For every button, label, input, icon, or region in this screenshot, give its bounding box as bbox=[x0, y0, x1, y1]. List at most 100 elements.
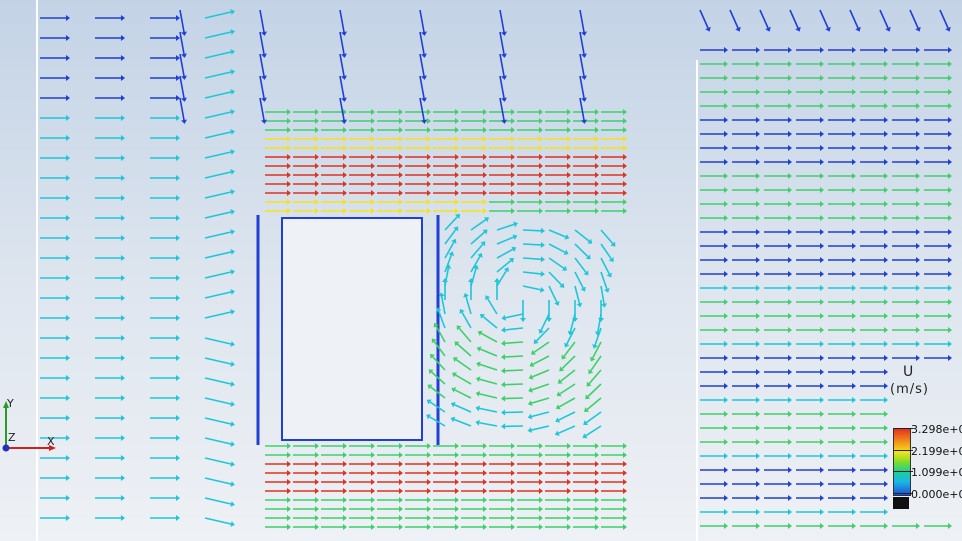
velocity-arrow bbox=[699, 9, 709, 29]
velocity-arrow bbox=[496, 236, 514, 245]
velocity-arrow-head bbox=[539, 127, 543, 133]
velocity-arrow-head bbox=[66, 35, 70, 41]
velocity-arrow-head bbox=[343, 136, 347, 142]
velocity-arrow bbox=[585, 425, 602, 437]
velocity-arrow-head bbox=[399, 461, 403, 467]
velocity-arrow-head bbox=[724, 243, 728, 249]
velocity-arrow-head bbox=[756, 285, 760, 291]
velocity-arrow-head bbox=[501, 53, 507, 58]
velocity-arrow bbox=[574, 229, 590, 242]
velocity-arrow-head bbox=[595, 506, 599, 512]
velocity-arrow-head bbox=[475, 419, 480, 426]
velocity-arrow bbox=[179, 53, 185, 77]
velocity-arrow-head bbox=[724, 523, 728, 529]
velocity-arrow bbox=[559, 383, 576, 395]
velocity-arrow-head bbox=[511, 199, 515, 205]
velocity-arrow bbox=[204, 191, 232, 199]
velocity-arrow-head bbox=[567, 163, 571, 169]
velocity-arrow-head bbox=[788, 285, 792, 291]
velocity-arrow-head bbox=[287, 470, 291, 476]
velocity-arrow-head bbox=[341, 75, 347, 80]
velocity-arrow bbox=[339, 9, 345, 33]
velocity-arrow-head bbox=[66, 275, 70, 281]
velocity-arrow-head bbox=[176, 475, 180, 481]
velocity-arrow-head bbox=[756, 131, 760, 137]
velocity-arrow-head bbox=[501, 326, 506, 333]
velocity-arrow-head bbox=[948, 61, 952, 67]
velocity-arrow-head bbox=[567, 136, 571, 142]
velocity-arrow-head bbox=[724, 173, 728, 179]
velocity-arrow bbox=[522, 257, 542, 261]
velocity-arrow-head bbox=[788, 75, 792, 81]
velocity-arrow-head bbox=[724, 313, 728, 319]
velocity-arrow-head bbox=[623, 145, 627, 151]
velocity-arrow-head bbox=[176, 315, 180, 321]
velocity-arrow bbox=[419, 31, 425, 55]
colorbar-label-max: 3.298e+0 bbox=[911, 423, 962, 436]
velocity-arrow-head bbox=[788, 495, 792, 501]
velocity-arrow-head bbox=[756, 61, 760, 67]
velocity-arrow-head bbox=[852, 117, 856, 123]
velocity-arrow-head bbox=[756, 509, 760, 515]
velocity-arrow-head bbox=[287, 181, 291, 187]
velocity-arrow-head bbox=[315, 172, 319, 178]
velocity-arrow-head bbox=[230, 129, 235, 135]
velocity-arrow-head bbox=[230, 461, 235, 467]
velocity-arrow-head bbox=[820, 271, 824, 277]
velocity-arrow bbox=[454, 389, 472, 399]
velocity-arrow-head bbox=[511, 172, 515, 178]
velocity-arrow-head bbox=[948, 117, 952, 123]
velocity-arrow-head bbox=[539, 461, 543, 467]
vector-field-viewport[interactable] bbox=[0, 0, 962, 541]
velocity-arrow-head bbox=[595, 145, 599, 151]
velocity-arrow-head bbox=[948, 271, 952, 277]
velocity-arrow bbox=[339, 97, 345, 121]
velocity-arrow-head bbox=[756, 411, 760, 417]
velocity-arrow-head bbox=[66, 495, 70, 501]
velocity-arrow-head bbox=[511, 479, 515, 485]
velocity-arrow-head bbox=[724, 75, 728, 81]
velocity-arrow-head bbox=[455, 497, 459, 503]
velocity-arrow-head bbox=[176, 35, 180, 41]
velocity-arrow-head bbox=[371, 163, 375, 169]
velocity-arrow-head bbox=[623, 470, 627, 476]
velocity-arrow-head bbox=[595, 172, 599, 178]
velocity-arrow bbox=[579, 53, 585, 77]
velocity-arrow-head bbox=[399, 506, 403, 512]
velocity-arrow-head bbox=[820, 131, 824, 137]
velocity-arrow-head bbox=[595, 515, 599, 521]
velocity-arrow-head bbox=[884, 439, 888, 445]
velocity-arrow-head bbox=[315, 524, 319, 530]
velocity-arrow bbox=[522, 229, 542, 232]
velocity-arrow bbox=[339, 31, 345, 55]
velocity-arrow-head bbox=[230, 109, 235, 115]
velocity-arrow-head bbox=[399, 127, 403, 133]
velocity-arrow-head bbox=[884, 229, 888, 235]
velocity-arrow-head bbox=[916, 75, 920, 81]
velocity-arrow-head bbox=[230, 229, 235, 235]
velocity-arrow bbox=[579, 31, 585, 55]
velocity-arrow-head bbox=[916, 215, 920, 221]
velocity-arrow bbox=[179, 75, 185, 99]
velocity-arrow-head bbox=[820, 47, 824, 53]
velocity-arrow-head bbox=[287, 172, 291, 178]
velocity-arrow-head bbox=[399, 497, 403, 503]
velocity-vector-arrows bbox=[40, 9, 952, 530]
velocity-arrow-head bbox=[483, 452, 487, 458]
velocity-arrow-head bbox=[581, 31, 587, 36]
velocity-arrow-head bbox=[438, 292, 445, 297]
velocity-arrow-head bbox=[724, 341, 728, 347]
velocity-arrow-head bbox=[788, 257, 792, 263]
velocity-arrow-head bbox=[884, 187, 888, 193]
velocity-arrow-head bbox=[623, 136, 627, 142]
velocity-arrow-head bbox=[852, 145, 856, 151]
velocity-arrow-head bbox=[581, 53, 587, 58]
velocity-arrow-head bbox=[66, 255, 70, 261]
velocity-arrow bbox=[470, 219, 487, 231]
velocity-arrow-head bbox=[948, 243, 952, 249]
velocity-arrow-head bbox=[501, 409, 506, 416]
velocity-arrow-head bbox=[884, 173, 888, 179]
velocity-arrow bbox=[939, 9, 949, 29]
velocity-arrow bbox=[482, 315, 498, 329]
velocity-arrow-head bbox=[511, 452, 515, 458]
